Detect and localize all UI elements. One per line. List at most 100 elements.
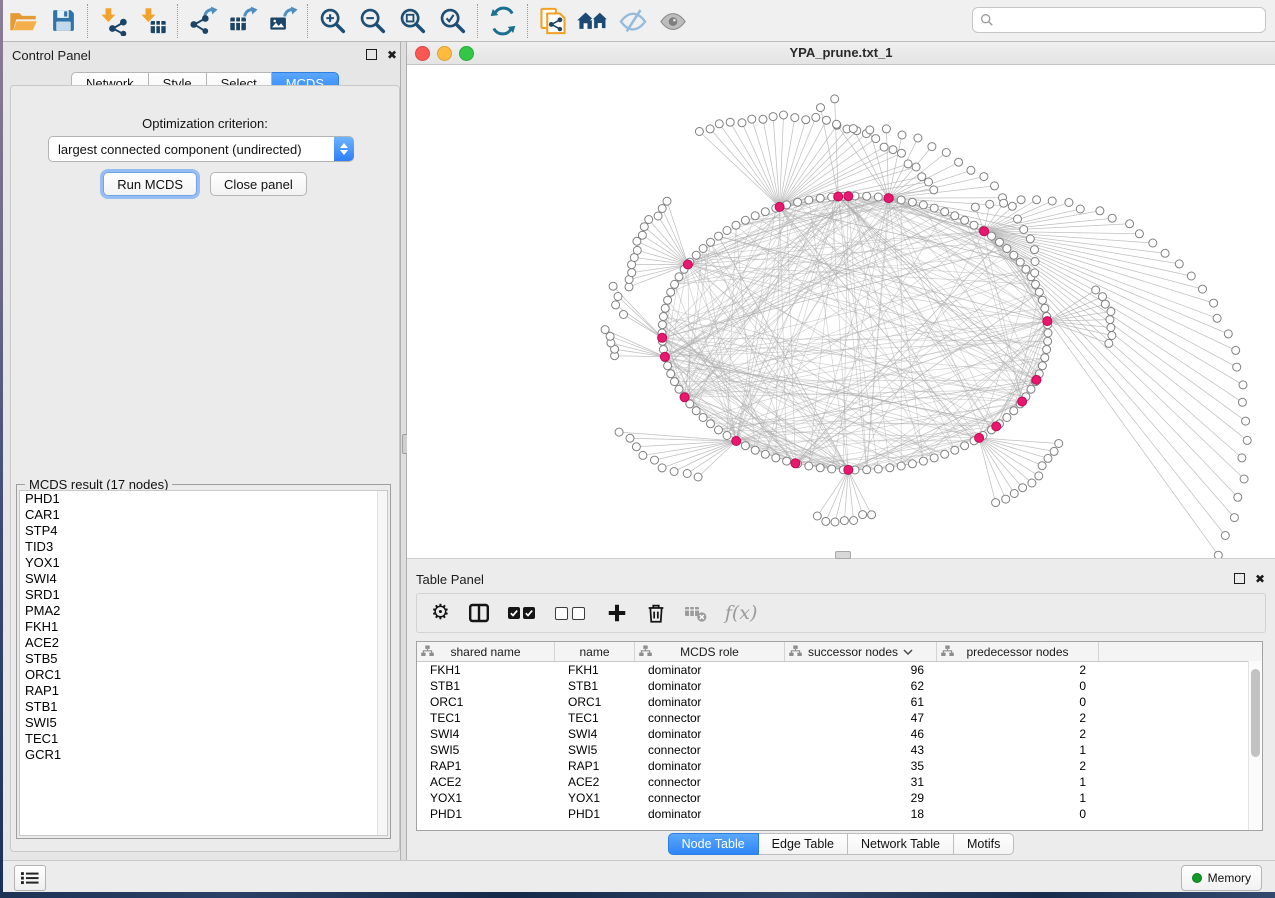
leaf-node[interactable] bbox=[694, 473, 702, 481]
dominator-node[interactable] bbox=[844, 192, 853, 201]
leaf-node[interactable] bbox=[872, 135, 880, 143]
leaf-node[interactable] bbox=[1187, 272, 1195, 280]
network-node[interactable] bbox=[1032, 280, 1040, 288]
leaf-node[interactable] bbox=[1239, 381, 1247, 389]
tab-edge-table[interactable]: Edge Table bbox=[759, 833, 848, 855]
dominator-node[interactable] bbox=[791, 459, 800, 468]
copy-network-button[interactable] bbox=[533, 3, 573, 39]
leaf-node[interactable] bbox=[1105, 339, 1113, 347]
leaf-node[interactable] bbox=[1243, 436, 1251, 444]
mcds-result-item[interactable]: YOX1 bbox=[20, 555, 387, 571]
leaf-node[interactable] bbox=[1108, 332, 1116, 340]
export-table-button[interactable] bbox=[223, 3, 263, 39]
network-node[interactable] bbox=[1043, 346, 1051, 354]
table-cell[interactable]: 1 bbox=[937, 743, 1099, 757]
mcds-result-item[interactable]: PMA2 bbox=[20, 603, 387, 619]
leaf-node[interactable] bbox=[640, 223, 648, 231]
table-cell[interactable]: 96 bbox=[785, 663, 937, 677]
table-cell[interactable]: 1 bbox=[937, 775, 1099, 789]
network-node[interactable] bbox=[828, 465, 836, 473]
mcds-result-item[interactable]: FKH1 bbox=[20, 619, 387, 635]
leaf-node[interactable] bbox=[683, 470, 691, 478]
table-cell[interactable]: dominator bbox=[635, 663, 785, 677]
leaf-node[interactable] bbox=[658, 464, 666, 472]
mcds-result-item[interactable]: ORC1 bbox=[20, 667, 387, 683]
leaf-node[interactable] bbox=[1014, 215, 1022, 223]
leaf-node[interactable] bbox=[1106, 316, 1114, 324]
network-node[interactable] bbox=[692, 407, 700, 415]
network-node[interactable] bbox=[951, 446, 959, 454]
table-cell[interactable]: 62 bbox=[785, 679, 937, 693]
dominator-node[interactable] bbox=[844, 465, 853, 474]
leaf-node[interactable] bbox=[1010, 490, 1018, 498]
dominator-node[interactable] bbox=[834, 192, 843, 201]
delete-column-button[interactable] bbox=[684, 602, 708, 624]
leaf-node[interactable] bbox=[930, 186, 938, 194]
network-node[interactable] bbox=[772, 454, 780, 462]
network-node[interactable] bbox=[1003, 245, 1011, 253]
leaf-node[interactable] bbox=[1238, 454, 1246, 462]
leaf-node[interactable] bbox=[1232, 346, 1240, 354]
mcds-result-item[interactable]: SWI5 bbox=[20, 715, 387, 731]
leaf-node[interactable] bbox=[822, 116, 830, 124]
table-cell[interactable]: TEC1 bbox=[555, 711, 635, 725]
leaf-node[interactable] bbox=[925, 178, 933, 186]
column-header-successor-nodes[interactable]: successor nodes bbox=[785, 642, 937, 661]
table-cell[interactable]: SWI4 bbox=[417, 727, 555, 741]
network-node[interactable] bbox=[961, 442, 969, 450]
leaf-node[interactable] bbox=[695, 128, 703, 136]
leaf-node[interactable] bbox=[942, 149, 950, 157]
leaf-node[interactable] bbox=[1210, 299, 1218, 307]
mcds-result-item[interactable]: TID3 bbox=[20, 539, 387, 555]
leaf-node[interactable] bbox=[850, 517, 858, 525]
leaf-node[interactable] bbox=[1008, 202, 1016, 210]
close-panel-icon[interactable]: ✖ bbox=[1255, 574, 1265, 584]
leaf-node[interactable] bbox=[620, 311, 628, 319]
leaf-node[interactable] bbox=[632, 443, 640, 451]
network-node[interactable] bbox=[1044, 337, 1052, 345]
leaf-node[interactable] bbox=[904, 160, 912, 168]
leaf-node[interactable] bbox=[1050, 447, 1058, 455]
leaf-node[interactable] bbox=[1233, 363, 1241, 371]
result-scrollbar-track[interactable] bbox=[377, 491, 387, 835]
table-cell[interactable]: SWI5 bbox=[417, 743, 555, 757]
dominator-node[interactable] bbox=[680, 393, 689, 402]
mcds-result-list[interactable]: PHD1CAR1STP4TID3YOX1SWI4SRD1PMA2FKH1ACE2… bbox=[19, 490, 388, 836]
network-node[interactable] bbox=[951, 212, 959, 220]
import-table-button[interactable] bbox=[133, 3, 173, 39]
mcds-result-item[interactable]: SWI4 bbox=[20, 571, 387, 587]
network-node[interactable] bbox=[707, 420, 715, 428]
leaf-node[interactable] bbox=[1038, 462, 1046, 470]
dominator-node[interactable] bbox=[1043, 317, 1052, 326]
leaf-node[interactable] bbox=[1161, 249, 1169, 257]
table-cell[interactable]: 31 bbox=[785, 775, 937, 789]
network-node[interactable] bbox=[941, 208, 949, 216]
table-cell[interactable]: connector bbox=[635, 711, 785, 725]
network-node[interactable] bbox=[661, 304, 669, 312]
leaf-node[interactable] bbox=[1238, 398, 1246, 406]
leaf-node[interactable] bbox=[898, 131, 906, 139]
table-cell[interactable]: YOX1 bbox=[555, 791, 635, 805]
leaf-node[interactable] bbox=[1031, 258, 1039, 266]
refresh-button[interactable] bbox=[483, 3, 523, 39]
leaf-node[interactable] bbox=[1031, 269, 1039, 277]
dominator-node[interactable] bbox=[980, 227, 989, 236]
leaf-node[interactable] bbox=[626, 434, 634, 442]
leaf-node[interactable] bbox=[1076, 205, 1084, 213]
column-header-MCDS-role[interactable]: MCDS role bbox=[635, 642, 785, 661]
table-cell[interactable]: connector bbox=[635, 743, 785, 757]
network-node[interactable] bbox=[805, 462, 813, 470]
table-cell[interactable]: 1 bbox=[937, 791, 1099, 805]
mcds-result-item[interactable]: RAP1 bbox=[20, 683, 387, 699]
leaf-node[interactable] bbox=[868, 511, 876, 519]
network-node[interactable] bbox=[919, 457, 927, 465]
leaf-node[interactable] bbox=[1107, 308, 1115, 316]
table-cell[interactable]: 0 bbox=[937, 695, 1099, 709]
leaf-node[interactable] bbox=[759, 115, 767, 123]
table-cell[interactable]: 35 bbox=[785, 759, 937, 773]
leaf-node[interactable] bbox=[1221, 532, 1229, 540]
dominator-node[interactable] bbox=[884, 194, 893, 203]
leaf-node[interactable] bbox=[614, 293, 622, 301]
leaf-node[interactable] bbox=[1092, 286, 1100, 294]
table-cell[interactable]: dominator bbox=[635, 807, 785, 821]
